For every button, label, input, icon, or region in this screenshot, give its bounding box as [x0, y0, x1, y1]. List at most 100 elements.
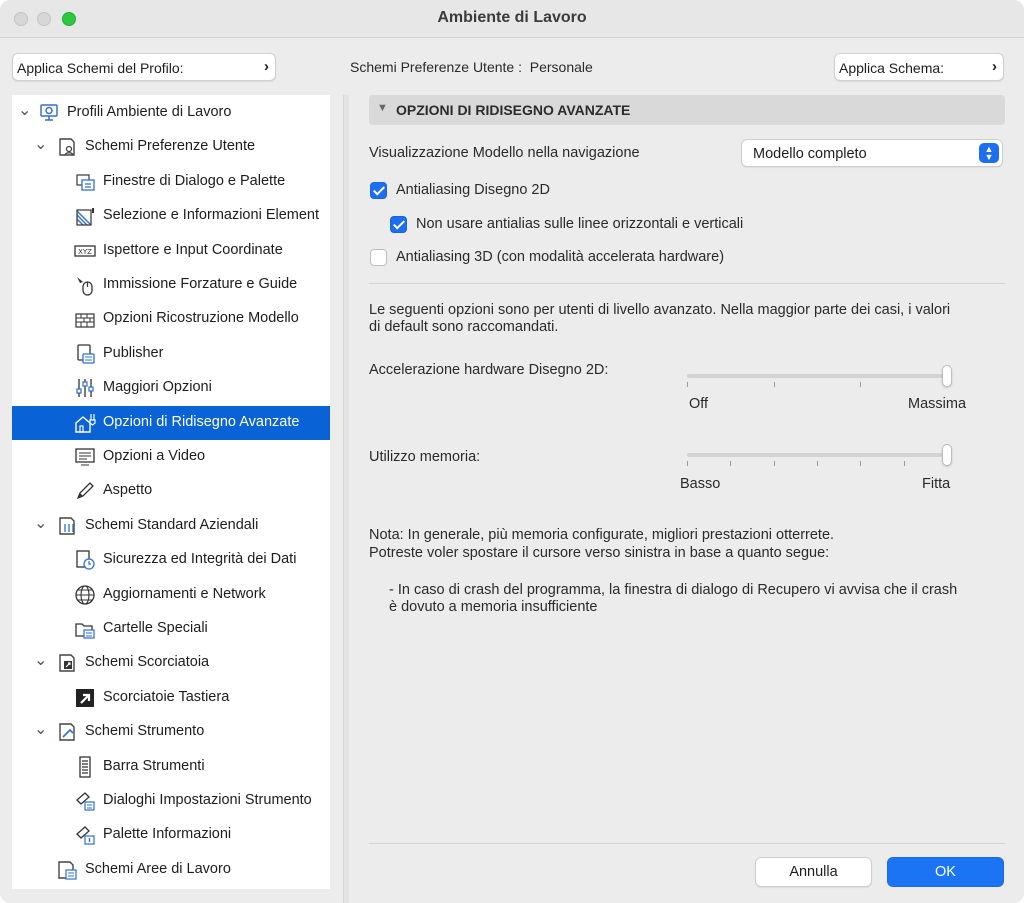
- publisher-icon: [74, 343, 96, 365]
- sidebar-item[interactable]: Palette Informazioni: [12, 818, 330, 852]
- sidebar-item-label: Publisher: [103, 344, 164, 361]
- antialiasing-2d-checkbox[interactable]: [370, 182, 387, 199]
- note-line1: Nota: In generale, più memoria configura…: [369, 527, 835, 543]
- antialiasing-2d-label: Antialiasing Disegno 2D: [396, 182, 550, 198]
- nav-model-value: Modello completo: [753, 146, 867, 162]
- folder-icon: [74, 618, 96, 640]
- profile-monitor-icon: [38, 102, 60, 124]
- slider-knob[interactable]: [942, 444, 952, 466]
- no-antialias-hv-label: Non usare antialias sulle linee orizzont…: [416, 216, 744, 232]
- sidebar-item[interactable]: Barra Strumenti: [12, 750, 330, 784]
- sidebar-item-label: Aspetto: [103, 482, 153, 499]
- sidebar-item[interactable]: XYZ Ispettore e Input Coordinate: [12, 234, 330, 268]
- chevron-down-icon[interactable]: ⌄: [34, 513, 47, 533]
- sidebar-item[interactable]: Immissione Forzature e Guide: [12, 268, 330, 302]
- memory-min-label: Basso: [680, 476, 721, 492]
- sidebar-item[interactable]: Opzioni Ricostruzione Modello: [12, 302, 330, 336]
- sidebar-item[interactable]: ⌄ Schemi Strumento: [12, 715, 330, 749]
- sidebar-item-label: Palette Informazioni: [103, 826, 232, 843]
- sidebar-item[interactable]: Sicurezza ed Integrità dei Dati: [12, 543, 330, 577]
- mouse-cursor-icon: [74, 274, 96, 296]
- chevron-down-icon[interactable]: ⌄: [34, 134, 47, 154]
- sidebar-item-label: Finestre di Dialogo e Palette: [103, 172, 286, 189]
- sidebar-item-label: Ispettore e Input Coordinate: [103, 241, 283, 258]
- monitor-icon: [74, 446, 96, 468]
- svg-text:XYZ: XYZ: [78, 248, 92, 256]
- workspace-scheme-icon: [56, 859, 78, 881]
- sidebar-item[interactable]: Schemi Aree di Lavoro: [12, 853, 330, 887]
- chevron-down-icon[interactable]: ⌄: [34, 650, 47, 670]
- sidebar-item[interactable]: Cartelle Speciali: [12, 612, 330, 646]
- shortcut-arrow-icon: [74, 687, 96, 709]
- sidebar-item-label: Schemi Aree di Lavoro: [85, 860, 231, 877]
- nav-model-label: Visualizzazione Modello nella navigazion…: [369, 145, 640, 161]
- sidebar-item[interactable]: Dialoghi Impostazioni Strumento: [12, 784, 330, 818]
- user-schemes-label: Schemi Preferenze Utente : Personale: [350, 59, 593, 75]
- nav-model-select[interactable]: Modello completo ▲ ▼: [741, 139, 1003, 167]
- slider-tick: [687, 382, 688, 387]
- data-clock-icon: [74, 549, 96, 571]
- sidebar-item[interactable]: ⌄ Profili Ambiente di Lavoro: [12, 96, 330, 130]
- sidebar-item-label: Opzioni di Ridisegno Avanzate: [103, 413, 300, 430]
- sidebar-item[interactable]: Aggiornamenti e Network: [12, 578, 330, 612]
- sidebar-item-label: Schemi Scorciatoia: [85, 654, 210, 671]
- disclosure-triangle-icon: ▼: [377, 102, 388, 114]
- split-divider[interactable]: [343, 95, 349, 903]
- apply-profile-button[interactable]: Applica Schemi del Profilo: ›: [12, 53, 276, 81]
- tool-scheme-icon: [56, 721, 78, 743]
- chevron-down-icon[interactable]: ⌄: [34, 719, 47, 739]
- section-header[interactable]: ▼ OPZIONI DI RIDISEGNO AVANZATE: [369, 95, 1005, 125]
- ok-button[interactable]: OK: [887, 857, 1004, 887]
- sidebar-item[interactable]: Opzioni a Video: [12, 440, 330, 474]
- sidebar-item-label: Profili Ambiente di Lavoro: [67, 104, 232, 120]
- chevron-down-icon[interactable]: ⌄: [18, 100, 31, 120]
- slider-tick: [903, 461, 905, 466]
- slider-track[interactable]: [687, 374, 947, 378]
- sidebar-item[interactable]: Opzioni di Ridisegno Avanzate: [12, 405, 330, 440]
- shortcut-scheme-icon: [56, 652, 78, 674]
- sidebar-item[interactable]: ⌄ Schemi Preferenze Utente: [12, 130, 330, 164]
- apply-scheme-label: Applica Schema:: [839, 60, 945, 76]
- xyz-icon: XYZ: [74, 240, 96, 262]
- sidebar-item[interactable]: Selezione e Informazioni Element: [12, 199, 330, 233]
- title-bar: Ambiente di Lavoro: [0, 0, 1024, 38]
- sidebar-item-label: Opzioni a Video: [103, 448, 206, 464]
- selection-info-icon: [74, 205, 96, 227]
- chevron-updown-icon: ▲ ▼: [979, 143, 999, 163]
- separator: [369, 283, 1005, 284]
- hw-accel-min-label: Off: [689, 396, 709, 412]
- sidebar-item[interactable]: Scorciatoie Tastiera: [12, 681, 330, 715]
- no-antialias-hv-checkbox[interactable]: [390, 216, 407, 233]
- sliders-icon: [74, 377, 96, 399]
- note-bullet-line1: - In caso di crash del programma, la fin…: [389, 582, 958, 598]
- sidebar-item-label: Cartelle Speciali: [103, 620, 208, 636]
- info-palette-icon: [74, 824, 96, 846]
- sidebar-tree: ⌄ Profili Ambiente di Lavoro ⌄ Schemi Prefe…: [12, 95, 330, 889]
- sidebar-item[interactable]: Aspetto: [12, 474, 330, 508]
- slider-track[interactable]: [687, 453, 947, 457]
- info-text-line2: di default sono raccomandati.: [369, 319, 559, 335]
- note-line2: Potreste voler spostare il cursore verso…: [369, 545, 830, 561]
- note-bullet-line2: è dovuto a memoria insufficiente: [389, 599, 598, 615]
- slider-tick: [773, 461, 775, 466]
- cancel-button[interactable]: Annulla: [755, 857, 872, 887]
- sidebar-item[interactable]: Publisher: [12, 337, 330, 371]
- antialiasing-3d-checkbox[interactable]: [370, 249, 387, 266]
- sidebar-item-label: Schemi Standard Aziendali: [85, 516, 259, 533]
- sidebar-item[interactable]: Maggiori Opzioni: [12, 371, 330, 405]
- tool-settings-icon: [74, 790, 96, 812]
- footer-separator: [369, 843, 1005, 844]
- sidebar-item-label: Selezione e Informazioni Element: [103, 207, 320, 224]
- toolbar-icon: [74, 755, 96, 778]
- sidebar-item[interactable]: Finestre di Dialogo e Palette: [12, 165, 330, 199]
- slider-knob[interactable]: [942, 365, 952, 387]
- sidebar-item-label: Immissione Forzature e Guide: [103, 276, 298, 292]
- sidebar-item[interactable]: ⌄ Schemi Scorciatoia: [12, 646, 330, 680]
- sidebar-item-label: Maggiori Opzioni: [103, 379, 212, 396]
- apply-scheme-button[interactable]: Applica Schema: ›: [834, 53, 1004, 81]
- hw-accel-max-label: Massima: [908, 396, 967, 412]
- sidebar-item-label: Schemi Preferenze Utente: [85, 138, 256, 155]
- globe-icon: [74, 584, 96, 606]
- dialog-palette-icon: [74, 171, 96, 193]
- sidebar-item[interactable]: ⌄ Schemi Standard Aziendali: [12, 509, 330, 543]
